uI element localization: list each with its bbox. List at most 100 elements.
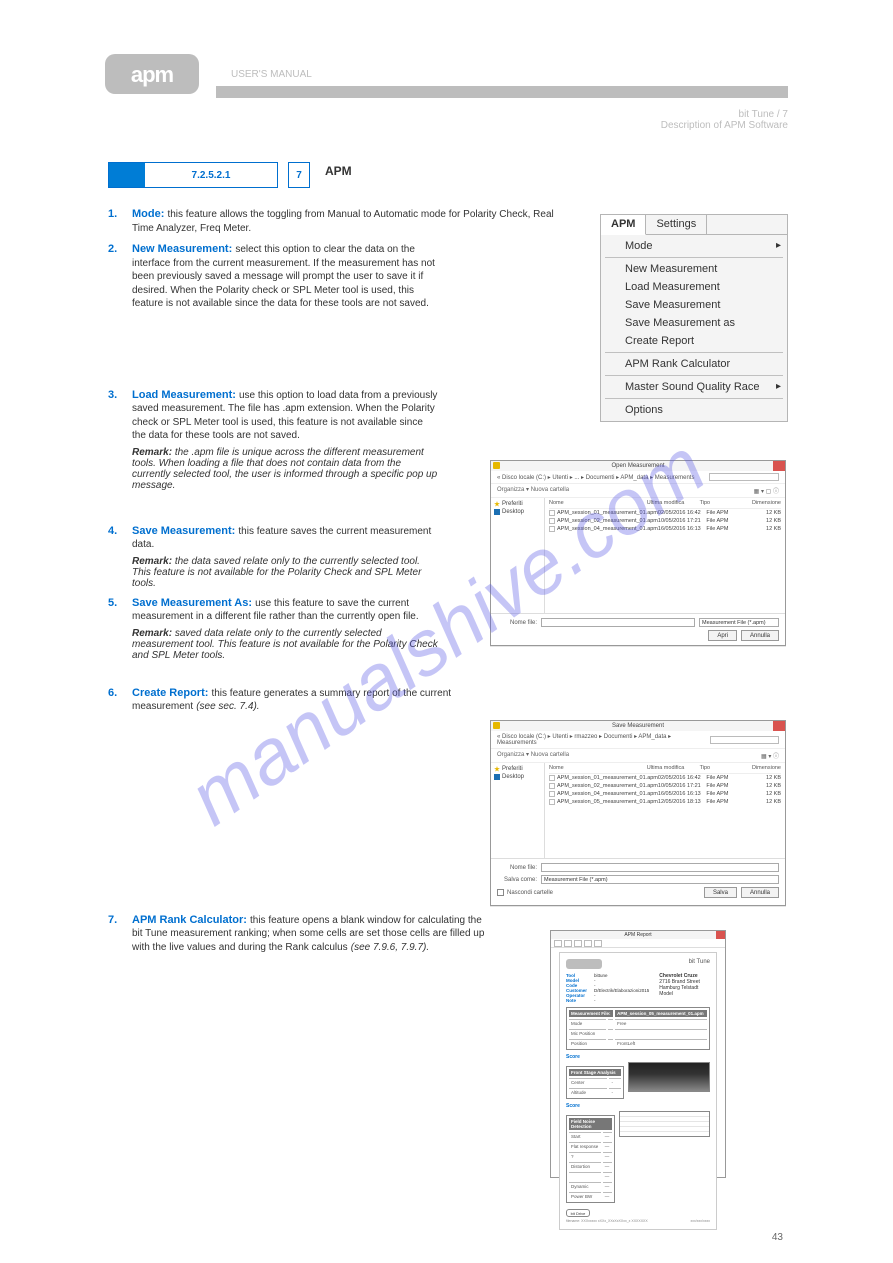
report-titlebar: APM Report: [551, 931, 725, 939]
report-title-text: APM Report: [624, 932, 651, 938]
item-7-ref: (see 7.9.6, 7.9.7).: [351, 942, 429, 953]
open-row-2[interactable]: APM_session_04_measurement_01.apm16/05/2…: [549, 525, 781, 533]
menu-load-measurement[interactable]: Load Measurement: [601, 278, 787, 296]
menu-create-report[interactable]: Create Report: [601, 332, 787, 350]
apm-logo: apm: [105, 54, 199, 94]
report-bitdrive: bit Drive: [566, 1209, 590, 1217]
col-type[interactable]: Tipo: [700, 500, 741, 506]
close-icon[interactable]: [773, 721, 785, 731]
item-4-remark: Remark: the data saved relate only to th…: [132, 556, 438, 589]
save-side-desktop[interactable]: Desktop: [494, 774, 541, 780]
close-icon[interactable]: [773, 461, 785, 471]
report-toolbar: [551, 939, 725, 948]
save-button[interactable]: Salva: [704, 887, 737, 898]
report-tbtn[interactable]: [564, 940, 572, 947]
save-cancel-button[interactable]: Annulla: [741, 887, 779, 898]
save-dialog-titlebar: Save Measurement: [491, 721, 785, 731]
section-small-box: 7: [288, 162, 310, 188]
save-row-2[interactable]: APM_session_04_measurement_01.apm16/05/2…: [549, 790, 781, 798]
report-tbtn[interactable]: [554, 940, 562, 947]
svg-text:apm: apm: [131, 62, 174, 87]
file-icon: [549, 799, 555, 805]
report-tbtn[interactable]: [574, 940, 582, 947]
open-search-input[interactable]: [709, 473, 779, 481]
save-toolbar-icons[interactable]: ▦ ▾ ⓘ: [761, 751, 779, 760]
menu-save-measurement-as[interactable]: Save Measurement as: [601, 314, 787, 332]
report-page: bit Tune Toolbittune Model- Code- Custom…: [559, 952, 717, 1230]
saveas-type-label: Salva come:: [497, 877, 537, 883]
report-footer: filename: XXXxxxxx xXXx_XXxXxXXxx_x XXXX…: [566, 1219, 710, 1223]
file-icon: [549, 775, 555, 781]
report-tbtn[interactable]: [584, 940, 592, 947]
item-4-remark-label: Remark:: [132, 556, 172, 567]
dialog-icon: [493, 462, 500, 469]
save-columns: Nome Ultima modifica Tipo Dimensione: [549, 765, 781, 774]
item-7-title: APM Rank Calculator:: [132, 914, 247, 926]
menu-mode[interactable]: Mode: [601, 237, 787, 255]
report-car-image: [628, 1062, 710, 1092]
menu-options[interactable]: Options: [601, 401, 787, 419]
item-6: 6. Create Report: this feature generates…: [108, 687, 488, 714]
open-toolbar-icons[interactable]: ▦ ▾ ▢ ⓘ: [754, 486, 779, 495]
open-side-fav[interactable]: Preferiti: [494, 501, 541, 507]
section-label-row: 7.2.5.2.1 7: [108, 162, 310, 188]
open-side-desktop[interactable]: Desktop: [494, 509, 541, 515]
star-icon: [494, 501, 500, 507]
item-5-remark: Remark: saved data relate only to the cu…: [132, 628, 438, 661]
header-block: USER'S MANUAL: [216, 69, 788, 83]
close-icon[interactable]: [716, 931, 725, 939]
item-6-ref: (see sec. 7.4).: [196, 701, 259, 712]
save-filter-select[interactable]: Measurement File (*.apm): [541, 875, 779, 884]
open-row-1[interactable]: APM_session_02_measurement_01.apm10/05/2…: [549, 517, 781, 525]
item-7: 7. APM Rank Calculator: this feature ope…: [108, 914, 488, 955]
star-icon: [494, 766, 500, 772]
open-toolbar: Organizza ▾ Nuova cartella ▦ ▾ ▢ ⓘ: [491, 483, 785, 498]
save-filename-input[interactable]: [541, 863, 779, 872]
open-cancel-button[interactable]: Annulla: [741, 630, 779, 641]
item-6-title: Create Report:: [132, 687, 208, 699]
menu-save-measurement[interactable]: Save Measurement: [601, 296, 787, 314]
desktop-icon: [494, 774, 500, 780]
save-dialog-title: Save Measurement: [612, 723, 664, 729]
save-crumb-path[interactable]: « Disco locale (C:) ▸ Utenti ▸ rmazzeo ▸…: [497, 733, 710, 746]
col-size[interactable]: Dimensione: [740, 500, 781, 506]
item-3-title: Load Measurement:: [132, 389, 236, 401]
menu-tab-apm[interactable]: APM: [601, 215, 646, 235]
file-icon: [549, 518, 555, 524]
menu-sep-2: [605, 352, 783, 353]
report-tbtn[interactable]: [594, 940, 602, 947]
open-name-label: Nome file:: [497, 620, 537, 626]
open-filter-select[interactable]: Measurement File (*.apm): [699, 618, 779, 627]
open-filename-input[interactable]: [541, 618, 695, 627]
menu-master-sq-race[interactable]: Master Sound Quality Race: [601, 378, 787, 396]
item-2: 2. New Measurement: select this option t…: [108, 243, 438, 311]
save-side-fav[interactable]: Preferiti: [494, 766, 541, 772]
save-row-0[interactable]: APM_session_01_measurement_01.apm02/05/2…: [549, 774, 781, 782]
open-toolbar-left[interactable]: Organizza ▾ Nuova cartella: [497, 486, 569, 495]
open-button[interactable]: Apri: [708, 630, 737, 641]
col-name[interactable]: Nome: [549, 500, 647, 506]
col-date[interactable]: Ultima modifica: [647, 500, 700, 506]
report-fsa-table: Front Stage Analysis Center- Altitude-: [566, 1066, 624, 1099]
open-dialog: Open Measurement « Disco locale (C:) ▸ U…: [490, 460, 786, 646]
menu-new-measurement[interactable]: New Measurement: [601, 260, 787, 278]
item-4: 4. Save Measurement: this feature saves …: [108, 525, 438, 589]
header-right-1: bit Tune / 7: [661, 109, 788, 120]
item-5-remark-text: saved data relate only to the currently …: [132, 628, 438, 661]
save-row-3[interactable]: APM_session_05_measurement_01.apm12/05/2…: [549, 798, 781, 806]
save-footer: Nome file: Salva come: Measurement File …: [491, 858, 785, 905]
menu-apm-rank-calculator[interactable]: APM Rank Calculator: [601, 355, 787, 373]
menu-tab-settings[interactable]: Settings: [646, 215, 707, 234]
save-toolbar-left[interactable]: Organizza ▾ Nuova cartella: [497, 751, 569, 760]
save-search-input[interactable]: [710, 736, 779, 744]
save-row-1[interactable]: APM_session_02_measurement_01.apm10/05/2…: [549, 782, 781, 790]
report-window: APM Report bit Tune Toolbittune Model- C…: [550, 930, 726, 1178]
menu-sep-1: [605, 257, 783, 258]
item-4-num: 4.: [108, 525, 124, 589]
item-3-num: 3.: [108, 389, 124, 491]
save-hidefolders[interactable]: Nascondi cartelle: [497, 889, 553, 896]
open-row-0[interactable]: APM_session_01_measurement_01.apm02/05/2…: [549, 509, 781, 517]
open-crumb-path[interactable]: « Disco locale (C:) ▸ Utenti ▸ ... ▸ Doc…: [497, 474, 694, 481]
item-2-title: New Measurement:: [132, 243, 232, 255]
item-3: 3. Load Measurement: use this option to …: [108, 389, 438, 491]
